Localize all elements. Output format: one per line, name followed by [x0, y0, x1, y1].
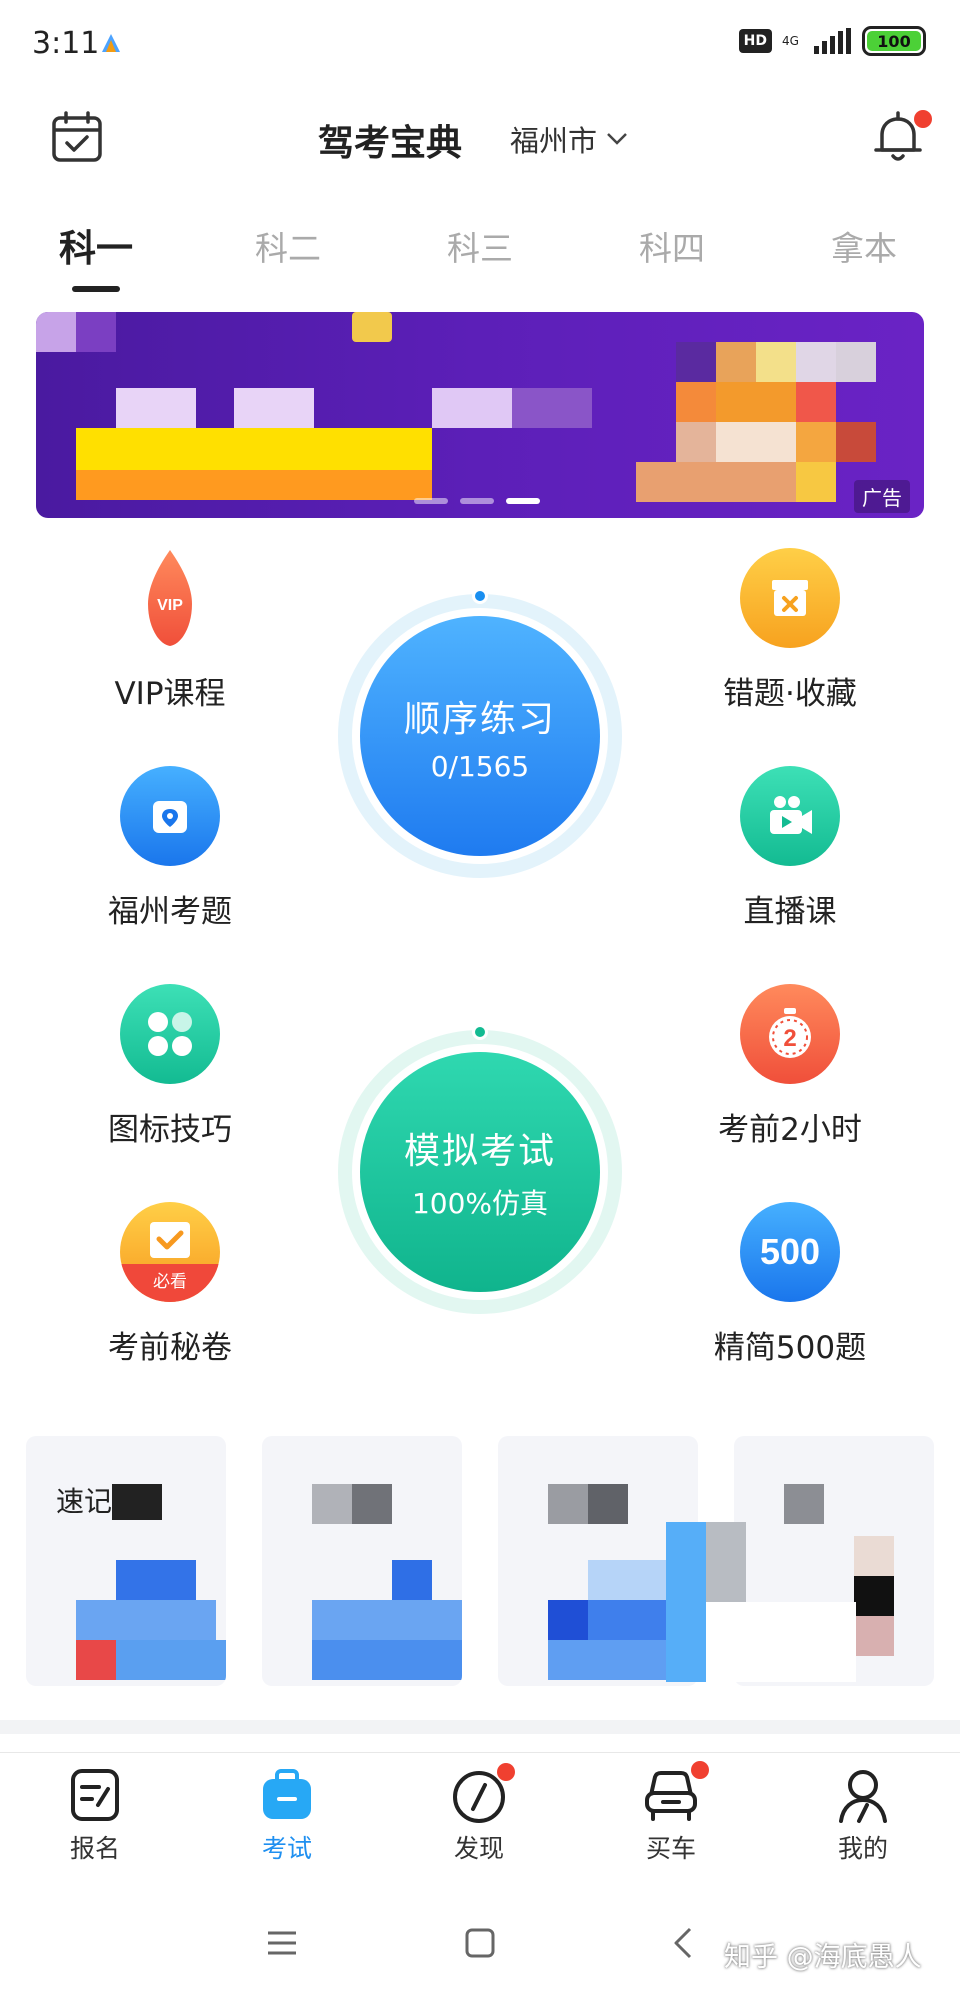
- app-header: 驾考宝典 福州市: [0, 100, 960, 180]
- card-overlay: [706, 1602, 856, 1682]
- stopwatch-badge-text: 2: [783, 1025, 796, 1052]
- compass-icon: [449, 1763, 515, 1825]
- stopwatch-icon: 2: [740, 984, 840, 1084]
- notification-dot: [914, 110, 932, 128]
- status-time: 3:11: [32, 26, 100, 61]
- mistake-box-icon: [740, 548, 840, 648]
- vip-course-label: VIP课程: [114, 676, 226, 712]
- mock-exam-subtitle: 100%仿真: [411, 1187, 549, 1220]
- nav-profile[interactable]: 我的: [788, 1765, 938, 1865]
- simplified-500-label: 精简500题: [713, 1330, 867, 1366]
- card-title: 速记: [56, 1485, 113, 1518]
- status-indicators: HD 4G 100: [738, 26, 926, 56]
- system-navigation-bar: 知乎 @海底愚人: [0, 1885, 960, 2000]
- nav-signup[interactable]: 报名: [20, 1765, 170, 1865]
- network-type: 4G: [782, 34, 799, 48]
- buy-car-dot: [691, 1761, 709, 1779]
- nav-label: 我的: [837, 1834, 888, 1863]
- two-hours-label: 考前2小时: [718, 1112, 862, 1148]
- practice-progress-knob: [472, 588, 488, 604]
- car-icon: [641, 1761, 709, 1825]
- bottom-navigation: 报名 考试 发现 买车 我的: [0, 1752, 960, 1882]
- 500-icon: 500: [740, 1202, 840, 1302]
- mock-exam-title: 模拟考试: [403, 1131, 556, 1172]
- secret-paper-label: 考前秘卷: [108, 1330, 232, 1366]
- sign-tips-label: 图标技巧: [108, 1112, 232, 1148]
- nav-label: 发现: [453, 1834, 504, 1863]
- nav-exam[interactable]: 考试: [212, 1765, 362, 1865]
- nav-label: 报名: [69, 1834, 120, 1863]
- promo-banner[interactable]: 广告: [36, 312, 924, 518]
- location-icon: [120, 766, 220, 866]
- local-questions-button[interactable]: 福州考题: [60, 766, 280, 931]
- two-hours-button[interactable]: 2 考前2小时: [680, 984, 900, 1149]
- mock-exam-circle: 模拟考试 100%仿真: [360, 1052, 600, 1292]
- vip-course-button[interactable]: VIP VIP课程: [60, 548, 280, 713]
- mistakes-favorites-label: 错题·收藏: [723, 676, 857, 712]
- video-camera-icon: [740, 766, 840, 866]
- tab-subject-4[interactable]: 科四: [602, 222, 742, 270]
- section-divider: [0, 1720, 960, 1734]
- app-notification-icon: [102, 34, 120, 52]
- tab-subject-3[interactable]: 科三: [410, 222, 550, 270]
- subject-tabs: 科一 科二 科三 科四 拿本: [0, 210, 960, 300]
- card-speed-memo[interactable]: 速记: [26, 1436, 226, 1686]
- exam-bag-icon: [257, 1765, 317, 1825]
- city-selector[interactable]: 福州市: [510, 118, 629, 160]
- tab-subject-2[interactable]: 科二: [218, 222, 358, 270]
- live-class-label: 直播课: [743, 894, 837, 930]
- banner-dot: [414, 498, 448, 504]
- practice-circle: 顺序练习 0/1565: [360, 616, 600, 856]
- notifications-button[interactable]: [868, 108, 932, 168]
- mistakes-favorites-button[interactable]: 错题·收藏: [680, 548, 900, 713]
- nav-label: 考试: [261, 1834, 312, 1863]
- nav-buy-car[interactable]: 买车: [596, 1761, 746, 1865]
- back-icon[interactable]: [664, 1923, 704, 1963]
- mock-exam-button[interactable]: 模拟考试 100%仿真: [338, 1024, 622, 1314]
- must-see-icon: 必看: [120, 1202, 220, 1302]
- must-see-badge-text: 必看: [153, 1272, 187, 1292]
- signup-icon: [65, 1765, 125, 1825]
- calendar-check-icon[interactable]: [50, 110, 104, 164]
- menu-icon[interactable]: [262, 1923, 302, 1963]
- vip-badge-text: VIP: [157, 597, 183, 614]
- profile-icon: [833, 1765, 893, 1825]
- banner-dot-active: [506, 498, 540, 504]
- home-icon[interactable]: [460, 1923, 500, 1963]
- tab-subject-1[interactable]: 科一: [26, 218, 166, 272]
- active-tab-indicator: [72, 286, 120, 292]
- grid-icon: [120, 984, 220, 1084]
- watermark: 知乎 @海底愚人: [724, 1942, 922, 1973]
- practice-title: 顺序练习: [403, 698, 556, 740]
- card-overlay: [666, 1522, 710, 1682]
- banner-dot: [460, 498, 494, 504]
- sign-tips-button[interactable]: 图标技巧: [60, 984, 280, 1149]
- city-name: 福州市: [510, 124, 598, 158]
- app-title: 驾考宝典: [318, 123, 463, 164]
- hd-badge: HD: [738, 29, 772, 53]
- nav-discover[interactable]: 发现: [404, 1763, 554, 1865]
- ad-label: 广告: [854, 480, 910, 513]
- 500-badge-text: 500: [759, 1231, 821, 1272]
- sequential-practice-button[interactable]: 顺序练习 0/1565: [338, 588, 622, 878]
- nav-label: 买车: [645, 1834, 696, 1863]
- vip-icon: VIP: [120, 548, 220, 648]
- simplified-500-button[interactable]: 500 精简500题: [680, 1202, 900, 1367]
- discover-dot: [497, 1763, 515, 1781]
- mock-exam-knob: [472, 1024, 488, 1040]
- content-cards: 速记: [0, 1430, 960, 1710]
- live-class-button[interactable]: 直播课: [680, 766, 900, 931]
- status-bar: 3:11 HD 4G 100: [0, 0, 960, 90]
- tab-license[interactable]: 拿本: [794, 222, 934, 270]
- secret-paper-button[interactable]: 必看 考前秘卷: [60, 1202, 280, 1367]
- chevron-down-icon: [607, 133, 627, 145]
- signal-icon: [814, 28, 851, 54]
- battery-icon: 100: [862, 26, 926, 56]
- banner-art: [36, 312, 76, 352]
- card-item[interactable]: [262, 1436, 462, 1686]
- local-questions-label: 福州考题: [108, 894, 232, 930]
- battery-level: 100: [867, 31, 921, 51]
- banner-pager: [414, 498, 540, 504]
- practice-progress: 0/1565: [430, 749, 530, 783]
